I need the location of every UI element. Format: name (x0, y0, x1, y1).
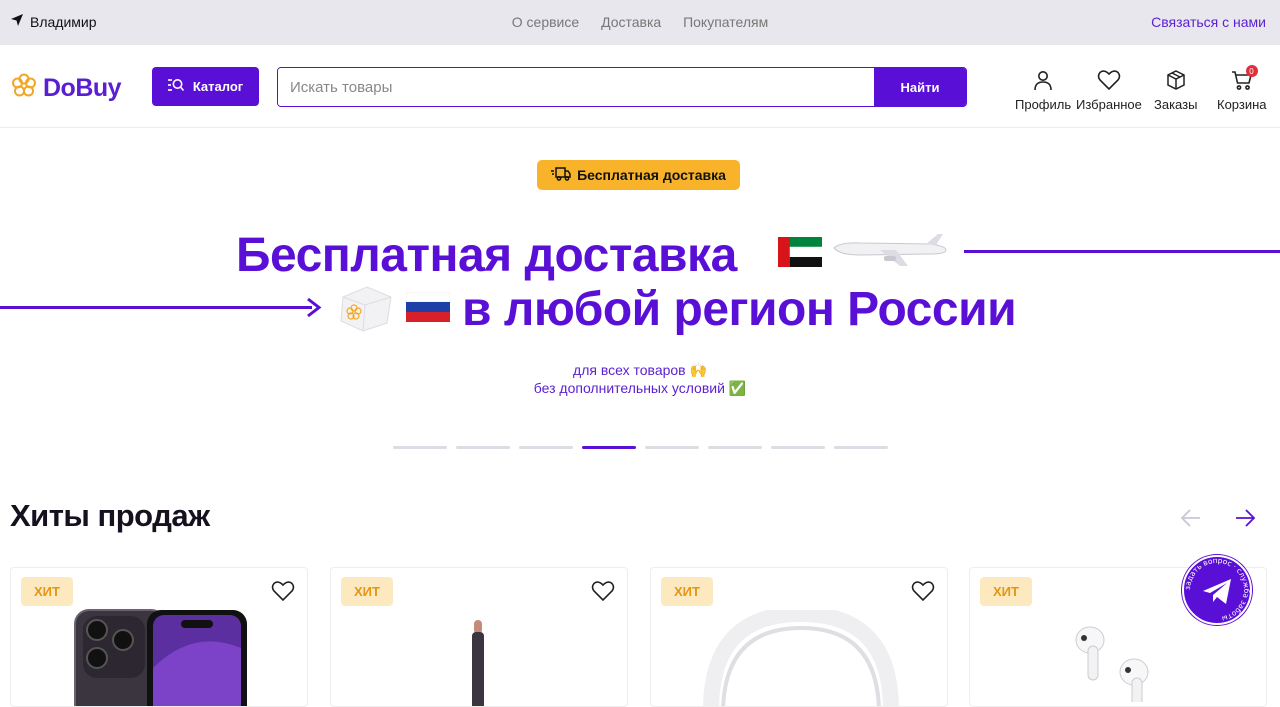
heart-icon[interactable] (911, 580, 935, 607)
nav-about[interactable]: О сервисе (512, 14, 579, 30)
logo-text: DoBuy (43, 74, 122, 102)
profile-icon (1032, 69, 1054, 97)
hit-badge: ХИТ (21, 577, 73, 606)
product-card[interactable]: ХИТ (650, 567, 948, 707)
carousel-dot[interactable] (834, 446, 888, 449)
search-button[interactable]: Найти (874, 68, 966, 106)
logo-flower-icon (10, 72, 38, 105)
top-nav: О сервисе Доставка Покупателям (0, 14, 1280, 30)
product-card[interactable]: ХИТ (10, 567, 308, 707)
russia-flag-icon (405, 291, 451, 327)
telegram-icon: задать вопрос · служба заботы (1182, 555, 1252, 625)
nav-buyers[interactable]: Покупателям (683, 14, 768, 30)
free-delivery-pill: Бесплатная доставка (537, 160, 740, 190)
nav-delivery[interactable]: Доставка (601, 14, 661, 30)
carousel-dot[interactable] (771, 446, 825, 449)
promo-banner[interactable]: Бесплатная доставка Бесплатная доставка (0, 128, 1280, 424)
decor-line-right (964, 250, 1280, 253)
hair-styler-image (469, 620, 487, 706)
search-input[interactable] (278, 68, 874, 106)
contact-link[interactable]: Связаться с нами (1151, 14, 1266, 30)
favorites-button[interactable]: Избранное (1076, 69, 1142, 112)
decor-line-left (0, 306, 312, 309)
banner-subtext-2: без дополнительных условий ✅ (533, 380, 747, 396)
cart-count-badge: 0 (1245, 65, 1258, 77)
heart-icon[interactable] (591, 580, 615, 607)
carousel-dot[interactable] (456, 446, 510, 449)
banner-subtext-1: для всех товаров 🙌 (573, 362, 707, 378)
arrow-left-icon[interactable] (1180, 508, 1202, 533)
box-icon (1165, 69, 1187, 97)
help-chat-button[interactable]: задать вопрос · служба заботы (1181, 554, 1253, 626)
hit-badge: ХИТ (980, 577, 1032, 606)
cart-label: Корзина (1217, 97, 1267, 112)
orders-button[interactable]: Заказы (1154, 69, 1197, 112)
carousel-dot[interactable] (393, 446, 447, 449)
carousel-dot[interactable] (708, 446, 762, 449)
catalog-icon (167, 78, 184, 95)
carousel-dot[interactable] (645, 446, 699, 449)
arrow-head-icon (306, 297, 322, 323)
section-title: Хиты продаж (10, 498, 210, 533)
catalog-label: Каталог (192, 79, 244, 94)
hit-badge: ХИТ (661, 577, 713, 606)
product-card[interactable]: ХИТ (330, 567, 628, 707)
logo[interactable]: DoBuy (10, 72, 122, 105)
profile-button[interactable]: Профиль (1015, 69, 1071, 112)
heart-icon (1097, 69, 1121, 97)
uae-flag-icon (778, 237, 823, 272)
header: DoBuy Каталог Найти Профиль Избранное (0, 45, 1280, 128)
top-bar: Владимир О сервисе Доставка Покупателям … (0, 0, 1280, 45)
carousel-dot[interactable] (519, 446, 573, 449)
heart-icon[interactable] (271, 580, 295, 607)
orders-label: Заказы (1154, 97, 1198, 112)
profile-label: Профиль (1015, 97, 1072, 112)
earbuds-image (1074, 622, 1164, 706)
cart-button[interactable]: 0 Корзина (1217, 65, 1267, 112)
pill-text: Бесплатная доставка (577, 167, 726, 183)
carousel-indicators (393, 446, 888, 449)
truck-icon (551, 166, 571, 184)
carousel-dot-active[interactable] (582, 446, 636, 449)
arrow-right-icon[interactable] (1234, 508, 1256, 533)
banner-headline-2: в любой регион России (462, 283, 1017, 336)
airplane-icon (830, 232, 950, 273)
favorites-label: Избранное (1076, 97, 1142, 112)
search-bar: Найти (277, 67, 967, 107)
banner-headline-1: Бесплатная доставка (236, 229, 737, 282)
phone-image (73, 608, 249, 706)
parcel-box-icon (337, 283, 395, 338)
hit-badge: ХИТ (341, 577, 393, 606)
headphones-image (701, 605, 901, 706)
catalog-button[interactable]: Каталог (152, 67, 259, 106)
